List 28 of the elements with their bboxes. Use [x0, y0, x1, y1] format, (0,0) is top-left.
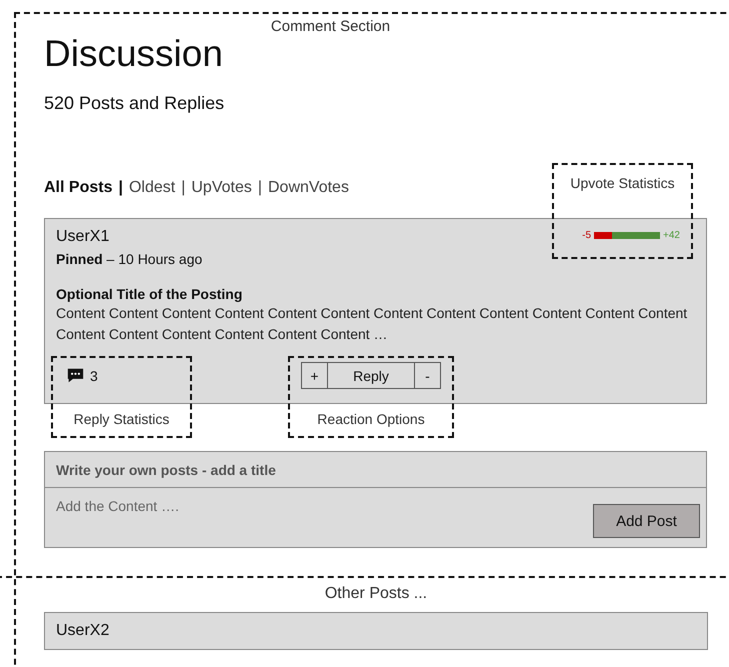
section-label: Other Posts ... — [324, 585, 428, 603]
tab-separator: | — [118, 178, 123, 198]
sort-tab[interactable]: DownVotes — [268, 178, 349, 198]
reply-count: 3 — [90, 368, 98, 384]
post-meta: Pinned – 10 Hours ago — [56, 250, 202, 269]
sort-tab[interactable]: Oldest — [128, 178, 176, 198]
title-field[interactable]: Write your own posts - add a title — [44, 451, 707, 488]
tab-separator: | — [181, 178, 186, 198]
add-post-button[interactable]: Add Post — [593, 504, 700, 538]
sort-tab[interactable]: All Posts — [44, 178, 112, 198]
post-title: Optional Title of the Posting — [56, 285, 244, 303]
user-name: UserX2 — [56, 622, 110, 639]
upvote-count: +42 — [663, 230, 680, 240]
user-name: UserX1 — [56, 227, 110, 247]
tab-separator: | — [258, 178, 262, 198]
annotation-label: Reaction Options — [317, 410, 425, 428]
upvote-button[interactable]: + — [301, 362, 328, 389]
post-count: 520 Posts and Replies — [44, 92, 226, 114]
downvote-count: -5 — [582, 230, 592, 240]
comment-icon — [67, 367, 84, 384]
page-title: Discussion — [44, 32, 224, 76]
sort-tab[interactable]: UpVotes — [191, 178, 252, 198]
annotation-label: Upvote Statistics — [570, 174, 675, 192]
reply-button[interactable]: Reply — [328, 362, 414, 389]
post-content: Content Content Content Content Content Content Content Content Content Content Content Content Content Content Content Content Content Content … — [56, 304, 688, 344]
downvote-button[interactable]: - — [414, 362, 441, 389]
annotation-label: Reply Statistics — [74, 410, 170, 428]
section-label: Comment Section — [270, 18, 390, 36]
